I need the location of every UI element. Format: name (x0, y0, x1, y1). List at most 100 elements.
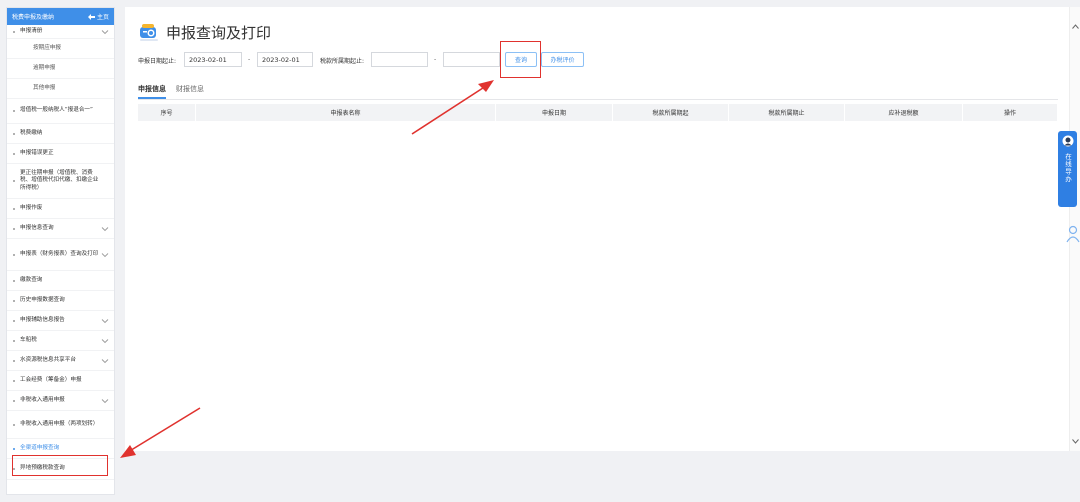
sidebar-item[interactable]: 其他申报 (7, 79, 114, 99)
scroll-up-icon[interactable] (1072, 24, 1079, 29)
sidebar-item[interactable]: 申报作废 (7, 199, 114, 219)
sidebar-item-label: 缴款查询 (20, 276, 43, 283)
sidebar-item-label: 更正往期申报（增值税、消费税、增值税代扣代缴、扣缴企业所得税） (20, 170, 99, 191)
sidebar-item[interactable]: 按期应申报 (7, 39, 114, 59)
sidebar-item[interactable]: 非税收入通用申报（两项划转） (7, 411, 114, 439)
chevron-down-icon[interactable] (101, 397, 109, 405)
tax-period-start-input[interactable] (371, 52, 428, 67)
date-separator: - (248, 56, 251, 63)
search-document-icon (140, 24, 158, 41)
chevron-down-icon[interactable] (101, 28, 109, 36)
bullet-dot-icon (13, 227, 15, 230)
sidebar-item-label: 逾期申报 (33, 64, 56, 71)
evaluate-button[interactable]: 办税评价 (541, 52, 584, 67)
sidebar: 税费申报及缴纳 主页 申报清册按期应申报逾期申报其他申报增值税一般纳税人“报退合… (6, 7, 115, 495)
sidebar-item[interactable]: 申报错误更正 (7, 144, 114, 164)
sidebar-item-label: 申报辅助信息报告 (20, 316, 65, 323)
online-help-label: 在线导办 (1063, 153, 1072, 183)
sidebar-item-label: 工会经费（筹备金）申报 (20, 376, 82, 383)
query-button[interactable]: 查询 (505, 52, 537, 67)
col-actions: 操作 (963, 104, 1058, 121)
bullet-dot-icon (13, 279, 15, 282)
sidebar-item[interactable]: 水资源税信息共享平台 (7, 351, 114, 371)
bullet-dot-icon (13, 180, 15, 182)
bullet-dot-icon (13, 468, 15, 470)
sidebar-item[interactable]: 更正往期申报（增值税、消费税、增值税代扣代缴、扣缴企业所得税） (7, 164, 114, 199)
col-declare-date: 申报日期 (496, 104, 613, 121)
bullet-dot-icon (13, 30, 15, 33)
page-header: 申报查询及打印 (138, 21, 271, 43)
tab-bar: 申报信息 财报信息 (138, 84, 204, 99)
period-separator: - (434, 56, 437, 63)
sidebar-item[interactable]: 非税收入通用申报 (7, 391, 114, 411)
main-panel (125, 7, 1070, 451)
declare-date-start-input[interactable]: 2023-02-01 (184, 52, 242, 67)
sidebar-item-label: 其他申报 (33, 84, 56, 91)
chevron-down-icon[interactable] (101, 357, 109, 365)
sidebar-item[interactable]: 工会经费（筹备金）申报 (7, 371, 114, 391)
tax-period-label: 税款所属期起止: (320, 58, 365, 65)
tax-period-end-input[interactable] (443, 52, 500, 67)
sidebar-menu: 申报清册按期应申报逾期申报其他申报增值税一般纳税人“报退合一” 税费缴纳 申报错误更… (7, 25, 114, 480)
tab-divider (138, 99, 1058, 100)
home-link[interactable]: 主页 (87, 12, 109, 21)
sidebar-item[interactable]: 异地预缴税款查询 (7, 459, 114, 480)
sidebar-item-label: 历史申报数据查询 (20, 296, 65, 303)
sidebar-item-label: 全渠道申报查询 (20, 444, 60, 451)
chevron-down-icon[interactable] (101, 225, 109, 233)
sidebar-item-label: 非税收入通用申报（两项划转） (20, 420, 99, 427)
bullet-dot-icon (13, 110, 15, 112)
bullet-dot-icon (13, 379, 15, 382)
sidebar-header: 税费申报及缴纳 主页 (7, 8, 114, 25)
online-help-widget[interactable]: 在线导办 (1058, 131, 1077, 207)
sidebar-item-label: 非税收入通用申报 (20, 396, 65, 403)
sidebar-item[interactable]: 税费缴纳 (7, 124, 114, 144)
bullet-dot-icon (13, 319, 15, 322)
home-label: 主页 (96, 14, 109, 21)
sidebar-item-label: 水资源税信息共享平台 (20, 356, 76, 363)
bullet-dot-icon (13, 207, 15, 210)
sidebar-item[interactable]: 全渠道申报查询 (7, 439, 114, 459)
bullet-dot-icon (13, 359, 15, 362)
chevron-down-icon[interactable] (101, 337, 109, 345)
sidebar-item-label: 申报信息查询 (20, 224, 54, 231)
sidebar-item[interactable]: 申报辅助信息报告 (7, 311, 114, 331)
back-arrow-icon (87, 13, 95, 20)
bullet-dot-icon (13, 253, 15, 256)
bullet-dot-icon (13, 423, 15, 426)
tab-declare-info[interactable]: 申报信息 (138, 84, 166, 99)
sidebar-item-label: 车船税 (20, 336, 37, 343)
agent-avatar-icon (1062, 135, 1073, 147)
sidebar-item[interactable]: 车船税 (7, 331, 114, 351)
col-tax-amount: 应补退税额 (845, 104, 963, 121)
tab-financial-info[interactable]: 财报信息 (176, 84, 204, 99)
sidebar-item[interactable]: 申报信息查询 (7, 219, 114, 239)
sidebar-item-label: 申报作废 (20, 204, 43, 211)
col-index: 序号 (138, 104, 196, 121)
bullet-dot-icon (13, 447, 15, 450)
sidebar-item-label: 异地预缴税款查询 (20, 465, 65, 472)
col-period-end: 税款所属期止 (729, 104, 845, 121)
chevron-down-icon[interactable] (101, 251, 109, 259)
declare-date-end-input[interactable]: 2023-02-01 (257, 52, 313, 67)
bullet-dot-icon (13, 132, 15, 135)
bullet-dot-icon (13, 152, 15, 155)
col-form-name: 申报表名称 (196, 104, 496, 121)
sidebar-item[interactable]: 逾期申报 (7, 59, 114, 79)
bullet-dot-icon (13, 299, 15, 302)
sidebar-item-label: 按期应申报 (33, 44, 61, 51)
chevron-down-icon[interactable] (101, 317, 109, 325)
table-header: 序号 申报表名称 申报日期 税款所属期起 税款所属期止 应补退税额 操作 (138, 104, 1058, 121)
sidebar-item[interactable]: 申报表（财务报表）查询及打印 (7, 239, 114, 271)
sidebar-title: 税费申报及缴纳 (12, 14, 55, 21)
sidebar-item[interactable]: 申报清册 (7, 25, 114, 39)
sidebar-item[interactable]: 增值税一般纳税人“报退合一” (7, 99, 114, 124)
sidebar-item-label: 增值税一般纳税人“报退合一” (20, 107, 93, 114)
user-service-icon[interactable] (1066, 225, 1080, 243)
declare-date-label: 申报日期起止: (138, 58, 177, 65)
sidebar-item[interactable]: 缴款查询 (7, 271, 114, 291)
sidebar-item[interactable]: 历史申报数据查询 (7, 291, 114, 311)
sidebar-item-label: 申报表（财务报表）查询及打印 (20, 250, 99, 257)
bullet-dot-icon (13, 399, 15, 402)
scroll-down-icon[interactable] (1072, 439, 1079, 444)
